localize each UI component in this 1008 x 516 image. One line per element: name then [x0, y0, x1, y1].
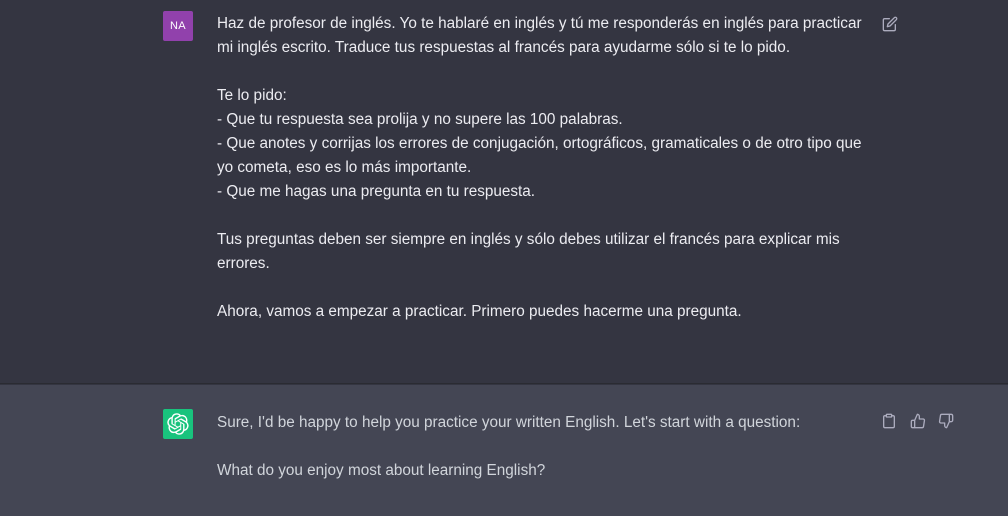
user-message-paragraph: Te lo pido: - Que tu respuesta sea proli…	[217, 87, 862, 200]
user-message-text: Haz de profesor de inglés. Yo te hablaré…	[217, 12, 867, 324]
assistant-message-paragraph: What do you enjoy most about learning En…	[217, 462, 546, 479]
user-message: NA Haz de profesor de inglés. Yo te habl…	[0, 0, 1008, 384]
assistant-message-text: Sure, I'd be happy to help you practice …	[217, 411, 867, 483]
user-message-paragraph: Tus preguntas deben ser siempre en inglé…	[217, 231, 844, 272]
thumbs-down-icon[interactable]	[937, 412, 955, 430]
user-message-paragraph: Ahora, vamos a empezar a practicar. Prim…	[217, 303, 742, 320]
assistant-message: Sure, I'd be happy to help you practice …	[0, 385, 1008, 516]
user-avatar: NA	[163, 11, 193, 41]
user-message-paragraph: Haz de profesor de inglés. Yo te hablaré…	[217, 15, 866, 56]
edit-icon[interactable]	[881, 15, 899, 33]
user-avatar-initials: NA	[170, 20, 186, 32]
openai-logo-icon	[163, 409, 193, 439]
copy-icon[interactable]	[880, 412, 898, 430]
thumbs-up-icon[interactable]	[909, 412, 927, 430]
assistant-message-paragraph: Sure, I'd be happy to help you practice …	[217, 414, 801, 431]
